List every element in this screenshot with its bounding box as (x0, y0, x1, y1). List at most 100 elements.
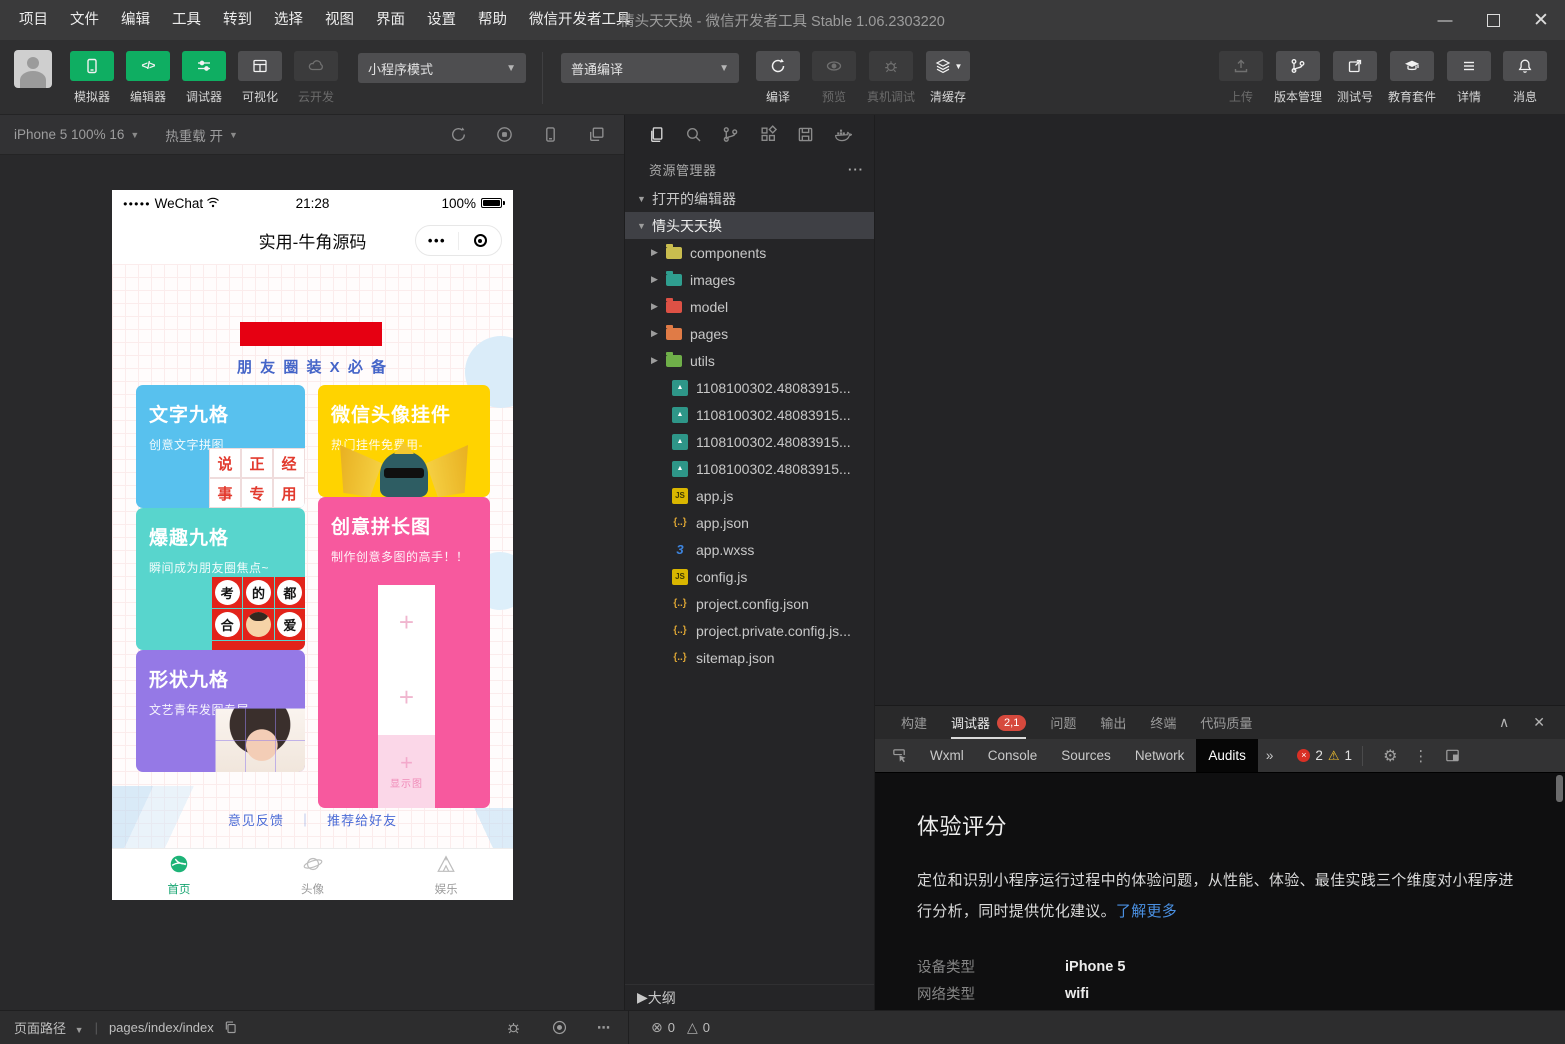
tab-home[interactable]: 首页 (112, 849, 246, 900)
more-icon[interactable]: ⋯ (597, 1020, 612, 1036)
menu-edit[interactable]: 编辑 (110, 0, 161, 40)
section-project-root[interactable]: ▼ 情头天天换 (625, 212, 874, 239)
upload-button[interactable]: 上传 (1214, 48, 1268, 105)
remote-debug-button[interactable]: 真机调试 (863, 48, 919, 105)
clear-cache-button[interactable]: ▼ 清缓存 (921, 48, 975, 105)
rotate-device-icon[interactable] (541, 125, 560, 144)
tab-build[interactable]: 构建 (889, 706, 939, 739)
extensions-icon[interactable] (759, 125, 778, 144)
menu-interface[interactable]: 界面 (365, 0, 416, 40)
compile-button[interactable]: 编译 (751, 48, 805, 105)
debugger-toggle-button[interactable]: 调试器 (177, 48, 231, 105)
card-long-image[interactable]: 创意拼长图 制作创意多图的高手！！ + + + 显示图 (318, 497, 490, 808)
details-button[interactable]: 详情 (1442, 48, 1496, 105)
menu-help[interactable]: 帮助 (467, 0, 518, 40)
messages-button[interactable]: 消息 (1498, 48, 1552, 105)
more-menu-button[interactable]: ••• (416, 233, 458, 248)
version-control-button[interactable]: 版本管理 (1270, 48, 1326, 105)
menu-file[interactable]: 文件 (59, 0, 110, 40)
tab-debugger[interactable]: 调试器 2,1 (939, 706, 1038, 739)
more-actions-icon[interactable]: ··· (848, 162, 864, 177)
card-text-grid[interactable]: 文字九格 创意文字拼图 说 正 经 事 专 用 (136, 385, 305, 508)
ad-banner[interactable] (240, 322, 382, 346)
tab-terminal[interactable]: 终端 (1138, 706, 1188, 739)
scrollbar-thumb[interactable] (1556, 775, 1563, 802)
mode-select[interactable]: 小程序模式 ▼ (358, 53, 526, 83)
file-image-2[interactable]: ▲ 1108100302.48083915... (625, 401, 874, 428)
folder-pages[interactable]: ▶ pages (625, 320, 874, 347)
close-miniprogram-button[interactable] (459, 234, 501, 247)
menu-settings[interactable]: 设置 (416, 0, 467, 40)
editor-toggle-button[interactable]: </> 编辑器 (121, 48, 175, 105)
files-icon[interactable] (647, 125, 666, 144)
multi-window-icon[interactable] (587, 125, 606, 144)
tab-entertainment[interactable]: 娱乐 (379, 849, 513, 900)
menu-view[interactable]: 视图 (314, 0, 365, 40)
tab-problems[interactable]: 问题 (1038, 706, 1088, 739)
folder-utils[interactable]: ▶ utils (625, 347, 874, 374)
folder-model[interactable]: ▶ model (625, 293, 874, 320)
simulator-toggle-button[interactable]: 模拟器 (65, 48, 119, 105)
maximize-button[interactable] (1469, 0, 1517, 40)
collapse-panel-icon[interactable]: ∧ (1499, 714, 1509, 731)
minimize-button[interactable]: — (1421, 0, 1469, 40)
bug-icon[interactable] (505, 1019, 522, 1036)
file-image-4[interactable]: ▲ 1108100302.48083915... (625, 455, 874, 482)
copy-path-icon[interactable] (223, 1020, 238, 1035)
devtools-tab-network[interactable]: Network (1123, 739, 1197, 772)
git-branch-icon[interactable] (721, 125, 740, 144)
file-app-js[interactable]: JS app.js (625, 482, 874, 509)
file-app-json[interactable]: {..} app.json (625, 509, 874, 536)
problem-counts[interactable]: ⊗0 △0 (651, 1019, 718, 1036)
preview-button[interactable]: 预览 (807, 48, 861, 105)
menu-tools[interactable]: 工具 (161, 0, 212, 40)
device-select[interactable]: iPhone 5 100% 16 ▼ (14, 127, 139, 142)
user-avatar[interactable] (14, 50, 52, 88)
file-app-wxss[interactable]: 3 app.wxss (625, 536, 874, 563)
compile-mode-select[interactable]: 普通编译 ▼ (561, 53, 739, 83)
card-shape-grid[interactable]: 形状九格 文艺青年发图专属 (136, 650, 305, 772)
search-icon[interactable] (684, 125, 703, 144)
kebab-menu-icon[interactable]: ⋮ (1413, 747, 1428, 765)
menu-project[interactable]: 项目 (8, 0, 59, 40)
record-icon[interactable] (495, 125, 514, 144)
devtools-tab-wxml[interactable]: Wxml (918, 739, 976, 772)
tab-avatar[interactable]: 头像 (246, 849, 380, 900)
refresh-icon[interactable] (449, 125, 468, 144)
close-panel-icon[interactable]: ✕ (1533, 714, 1545, 731)
page-path-selector[interactable]: 页面路径 ▼ (14, 1018, 84, 1037)
dock-side-icon[interactable] (1444, 747, 1461, 764)
devtools-tab-audits[interactable]: Audits (1196, 739, 1258, 772)
recommend-link[interactable]: 推荐给好友 (327, 813, 397, 828)
inspect-element-icon[interactable] (881, 747, 918, 764)
card-avatar-pendant[interactable]: 微信头像挂件 热门挂件免费用- (318, 385, 490, 497)
file-image-1[interactable]: ▲ 1108100302.48083915... (625, 374, 874, 401)
eye-icon[interactable] (551, 1019, 568, 1036)
learn-more-link[interactable]: 了解更多 (1116, 903, 1177, 920)
section-open-editors[interactable]: ▼ 打开的编辑器 (625, 185, 874, 212)
close-button[interactable]: ✕ (1517, 0, 1565, 40)
file-sitemap-json[interactable]: {..} sitemap.json (625, 644, 874, 671)
menu-select[interactable]: 选择 (263, 0, 314, 40)
file-image-3[interactable]: ▲ 1108100302.48083915... (625, 428, 874, 455)
folder-components[interactable]: ▶ components (625, 239, 874, 266)
devtools-tab-sources[interactable]: Sources (1049, 739, 1123, 772)
menu-goto[interactable]: 转到 (212, 0, 263, 40)
file-config-js[interactable]: JS config.js (625, 563, 874, 590)
devtools-tab-console[interactable]: Console (976, 739, 1050, 772)
file-project-private-config[interactable]: {..} project.private.config.js... (625, 617, 874, 644)
gear-icon[interactable]: ⚙ (1383, 746, 1397, 766)
feedback-link[interactable]: 意见反馈 (228, 813, 284, 828)
folder-images[interactable]: ▶ images (625, 266, 874, 293)
tab-output[interactable]: 输出 (1088, 706, 1138, 739)
more-tabs-icon[interactable]: » (1258, 748, 1282, 763)
tab-code-quality[interactable]: 代码质量 (1188, 706, 1264, 739)
save-icon[interactable] (796, 125, 815, 144)
file-project-config[interactable]: {..} project.config.json (625, 590, 874, 617)
visualization-toggle-button[interactable]: 可视化 (233, 48, 287, 105)
card-fun-grid[interactable]: 爆趣九格 瞬间成为朋友圈焦点~ 考 的 都 合 爱 (136, 508, 305, 650)
hot-reload-select[interactable]: 热重载 开 ▼ (165, 125, 238, 145)
test-account-button[interactable]: 测试号 (1328, 48, 1382, 105)
console-counts[interactable]: × 2 ⚠ 1 (1297, 748, 1352, 764)
education-suite-button[interactable]: 教育套件 (1384, 48, 1440, 105)
